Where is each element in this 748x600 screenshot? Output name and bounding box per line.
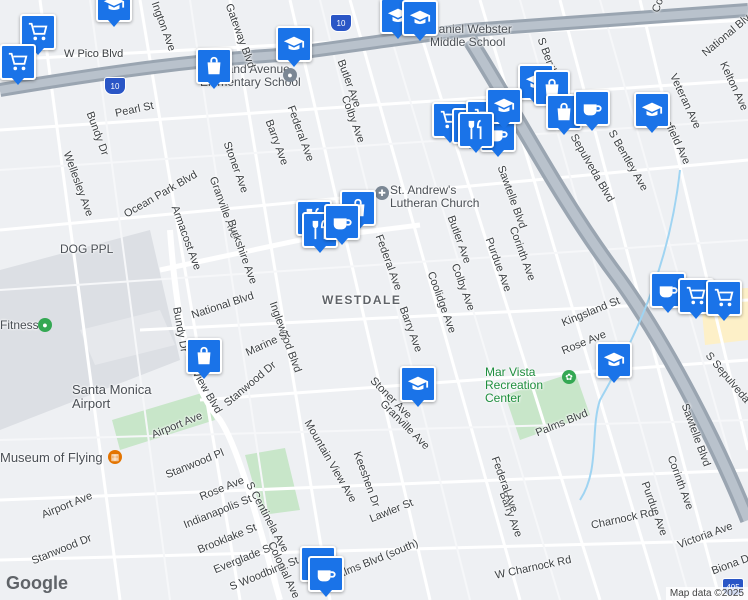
coffee-pin[interactable] bbox=[308, 556, 344, 597]
bag-icon bbox=[557, 102, 571, 121]
school-pin[interactable] bbox=[276, 26, 312, 67]
neighborhood-label: WESTDALE bbox=[322, 293, 402, 307]
poi-dog-ppl[interactable]: DOG PPL bbox=[60, 242, 113, 256]
school-dot-icon[interactable]: ● bbox=[283, 68, 297, 82]
google-logo: Google bbox=[6, 573, 68, 593]
school-icon bbox=[407, 376, 429, 390]
street-label-w-pico: W Pico Blvd bbox=[64, 48, 124, 60]
poi-mar-vista-rec[interactable]: Mar Vista Recreation Center bbox=[485, 366, 575, 405]
highway-shield-10: 10 bbox=[104, 77, 126, 95]
poi-st-andrews[interactable]: St. Andrew's Lutheran Church bbox=[390, 184, 500, 210]
map-canvas[interactable]: 10 10 405 405 WESTDALE Daniel Webster Mi… bbox=[0, 0, 748, 600]
map-attribution[interactable]: Map data ©2025 bbox=[665, 587, 748, 600]
poi-santa-monica-airport[interactable]: Santa Monica Airport bbox=[72, 383, 172, 411]
coffee-icon bbox=[659, 286, 678, 298]
restaurant-icon bbox=[468, 119, 482, 140]
school-icon bbox=[283, 36, 305, 50]
poi-museum-of-flying[interactable]: Museum of Flying bbox=[0, 450, 103, 465]
highway-shield-10-east: 10 bbox=[330, 14, 352, 32]
bag-pin[interactable] bbox=[196, 48, 232, 89]
cart-icon bbox=[714, 288, 734, 307]
restaurant-pin[interactable] bbox=[458, 112, 494, 153]
bag-pin[interactable] bbox=[186, 338, 222, 379]
cart-pin[interactable] bbox=[0, 44, 36, 85]
school-icon bbox=[493, 98, 515, 112]
coffee-icon bbox=[583, 104, 602, 116]
coffee-pin[interactable] bbox=[574, 90, 610, 131]
cart-icon bbox=[8, 52, 28, 71]
museum-icon[interactable]: ▦ bbox=[108, 450, 122, 464]
school-icon bbox=[409, 10, 431, 24]
cart-pin[interactable] bbox=[706, 280, 742, 321]
school-icon bbox=[103, 0, 125, 10]
poi-fitness[interactable]: Fitness bbox=[0, 318, 39, 332]
poi-daniel-webster[interactable]: Daniel Webster Middle School bbox=[430, 23, 530, 49]
school-pin[interactable] bbox=[400, 366, 436, 407]
bag-icon bbox=[207, 56, 221, 75]
park-icon[interactable]: ✿ bbox=[562, 370, 576, 384]
bag-icon bbox=[197, 346, 211, 365]
school-pin[interactable] bbox=[634, 92, 670, 133]
school-icon bbox=[603, 352, 625, 366]
school-icon bbox=[641, 102, 663, 116]
coffee-icon bbox=[317, 570, 336, 582]
church-icon[interactable]: ✚ bbox=[375, 186, 389, 200]
coffee-pin[interactable] bbox=[324, 204, 360, 245]
coffee-icon bbox=[333, 218, 352, 230]
fitness-icon[interactable]: ● bbox=[38, 318, 52, 332]
cart-icon bbox=[28, 22, 48, 41]
school-pin[interactable] bbox=[96, 0, 132, 27]
school-pin[interactable] bbox=[402, 0, 438, 41]
school-pin[interactable] bbox=[596, 342, 632, 383]
cart-icon bbox=[686, 286, 706, 305]
